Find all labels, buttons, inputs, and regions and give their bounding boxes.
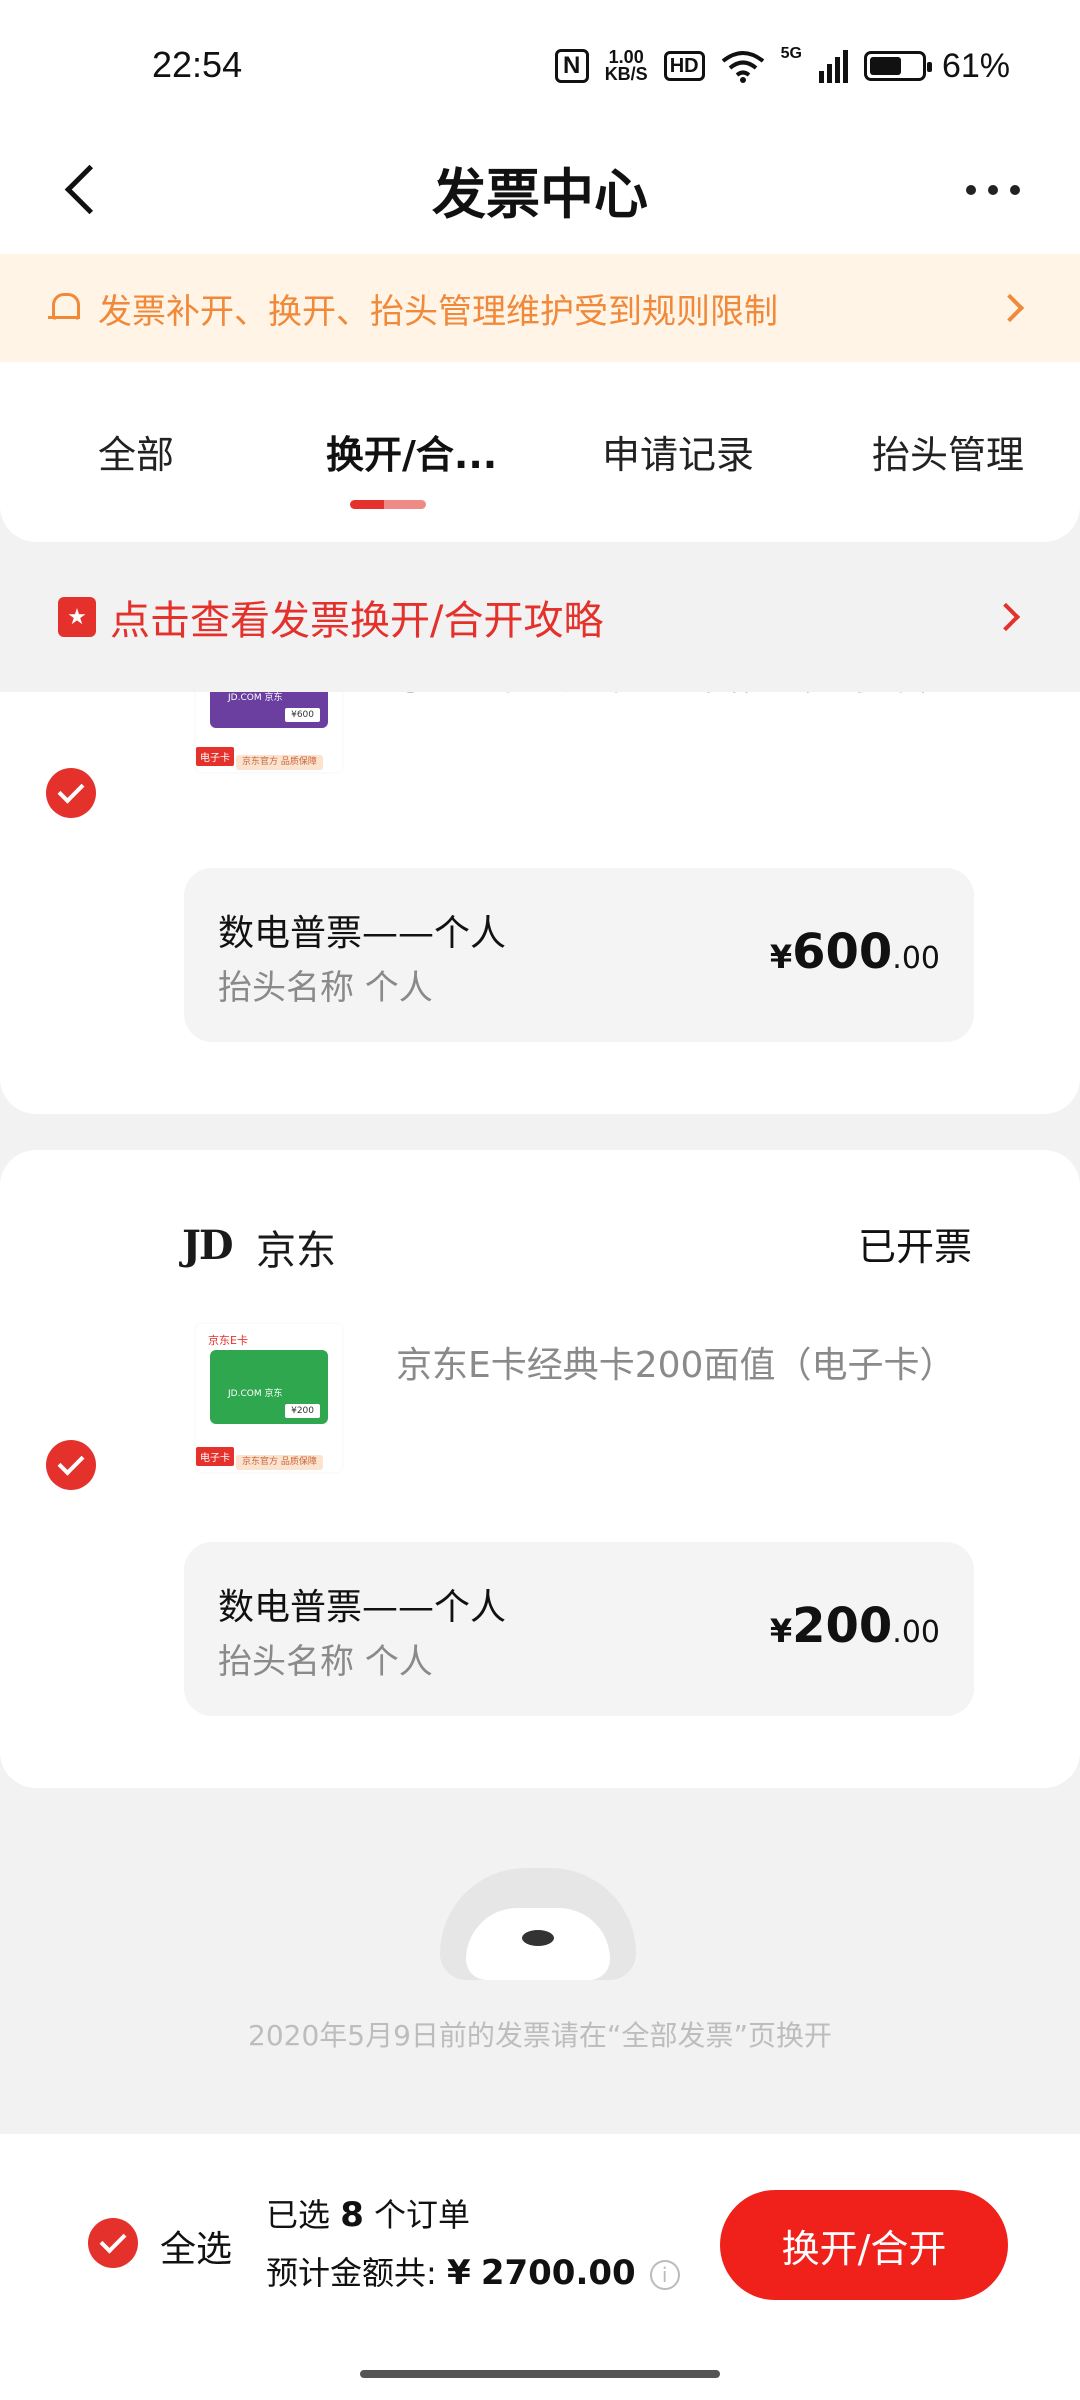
order-card: JD 京东 已开票 京东E卡 JD.COM 京东 ¥200 电子卡 京东官方 品… <box>0 1150 1080 1788</box>
bottom-action-bar: 全选 已选 8 个订单 预计金额共: ¥ 2700.00 i 换开/合开 <box>0 2134 1080 2400</box>
nfc-icon: N <box>554 49 589 83</box>
tab-apply-records[interactable]: 申请记录 <box>602 424 754 479</box>
guide-text: 点击查看发票换开/合开攻略 <box>110 598 604 644</box>
network-speed: 1.00 KB/S <box>604 48 648 84</box>
select-all-label[interactable]: 全选 <box>160 2220 232 2272</box>
clock: 22:54 <box>152 44 243 85</box>
ecard-label: 京东E卡 <box>208 1334 248 1347</box>
bell-icon <box>48 291 82 325</box>
chevron-right-icon <box>991 602 1021 632</box>
gift-card-image: JD.COM 京东 ¥600 <box>210 692 328 728</box>
info-icon[interactable]: i <box>649 2260 680 2290</box>
invoice-amount: ¥200.00 <box>769 1598 940 1654</box>
battery-icon <box>863 51 932 81</box>
hd-icon: HD <box>663 51 705 81</box>
ecard-tag: 电子卡 <box>196 1447 234 1466</box>
invoice-title: 抬头名称 个人 <box>218 1642 433 1682</box>
invoice-type: 数电普票——个人 <box>218 1587 507 1628</box>
official-tag: 京东官方 品质保障 <box>236 755 323 770</box>
guide-banner[interactable]: ★ 点击查看发票换开/合开攻略 <box>0 542 1080 692</box>
tab-all[interactable]: 全部 <box>98 424 174 479</box>
invoice-info[interactable]: 数电普票——个人 抬头名称 个人 ¥200.00 <box>184 1542 974 1716</box>
status-icons: N 1.00 KB/S HD 5G 61% <box>554 44 1010 88</box>
order-checkbox[interactable] <box>46 768 96 818</box>
invoice-type: 数电普票——个人 <box>218 913 507 954</box>
order-checkbox[interactable] <box>46 1440 96 1490</box>
battery-level <box>869 57 901 75</box>
star-bookmark-icon: ★ <box>58 597 96 637</box>
card-brand: JD.COM 京东 <box>228 693 283 703</box>
network-type: 5G <box>780 45 802 62</box>
official-tag: 京东官方 品质保障 <box>236 1455 323 1470</box>
mascot-icon <box>440 1868 636 1980</box>
shop-name[interactable]: 京东 <box>256 1218 336 1276</box>
wifi-icon <box>721 51 764 83</box>
invoice-title: 抬头名称 个人 <box>218 968 433 1008</box>
invoice-info[interactable]: 数电普票——个人 抬头名称 个人 ¥600.00 <box>184 868 974 1042</box>
status-bar: 22:54 N 1.00 KB/S HD 5G 61% <box>0 0 1080 130</box>
app-header: 发票中心 <box>0 130 1080 254</box>
jd-logo-icon: JD <box>182 1222 234 1269</box>
product-thumbnail[interactable]: JD.COM 京东 ¥600 电子卡 京东官方 品质保障 <box>196 692 342 772</box>
notice-text: 发票补开、换开、抬头管理维护受到规则限制 <box>98 291 778 332</box>
card-face-value: ¥200 <box>285 1404 320 1418</box>
battery-percent: 61% <box>941 46 1010 85</box>
speed-unit: KB/S <box>604 64 648 84</box>
product-name[interactable]: 京东E卡经典卡600面值（电子卡） <box>396 692 955 700</box>
product-name[interactable]: 京东E卡经典卡200面值（电子卡） <box>396 1336 955 1388</box>
total-amount: 预计金额共: ¥ 2700.00 i <box>266 2248 680 2294</box>
selected-count: 8 <box>340 2195 364 2235</box>
history-note: 2020年5月9日前的发票请在“全部发票”页换开 <box>248 2019 832 2052</box>
card-face-value: ¥600 <box>285 708 320 722</box>
gift-card-image: JD.COM 京东 ¥200 <box>210 1350 328 1424</box>
exchange-merge-button[interactable]: 换开/合开 <box>720 2190 1008 2300</box>
ecard-tag: 电子卡 <box>196 747 234 766</box>
total-amount-value: 2700.00 <box>480 2253 636 2293</box>
signal-icon <box>818 50 848 83</box>
chevron-right-icon <box>995 293 1025 323</box>
more-menu-icon[interactable] <box>966 170 1020 210</box>
product-thumbnail[interactable]: 京东E卡 JD.COM 京东 ¥200 电子卡 京东官方 品质保障 <box>196 1324 342 1472</box>
active-tab-indicator <box>350 500 426 509</box>
page-title: 发票中心 <box>432 163 648 226</box>
home-indicator[interactable] <box>360 2370 720 2378</box>
card-brand: JD.COM 京东 <box>228 1389 283 1399</box>
invoice-status: 已开票 <box>857 1225 972 1269</box>
tab-title-management[interactable]: 抬头管理 <box>872 424 1024 479</box>
invoice-amount: ¥600.00 <box>769 924 940 980</box>
tab-exchange-merge[interactable]: 换开/合... <box>326 424 497 479</box>
tab-bar: 全部 换开/合... 申请记录 抬头管理 <box>0 362 1080 542</box>
select-all-checkbox[interactable] <box>88 2218 138 2268</box>
rule-notice-bar[interactable]: 发票补开、换开、抬头管理维护受到规则限制 <box>0 254 1080 362</box>
selected-summary: 已选 8 个订单 <box>266 2195 471 2235</box>
order-card: JD.COM 京东 ¥600 电子卡 京东官方 品质保障 京东E卡经典卡600面… <box>0 692 1080 1114</box>
